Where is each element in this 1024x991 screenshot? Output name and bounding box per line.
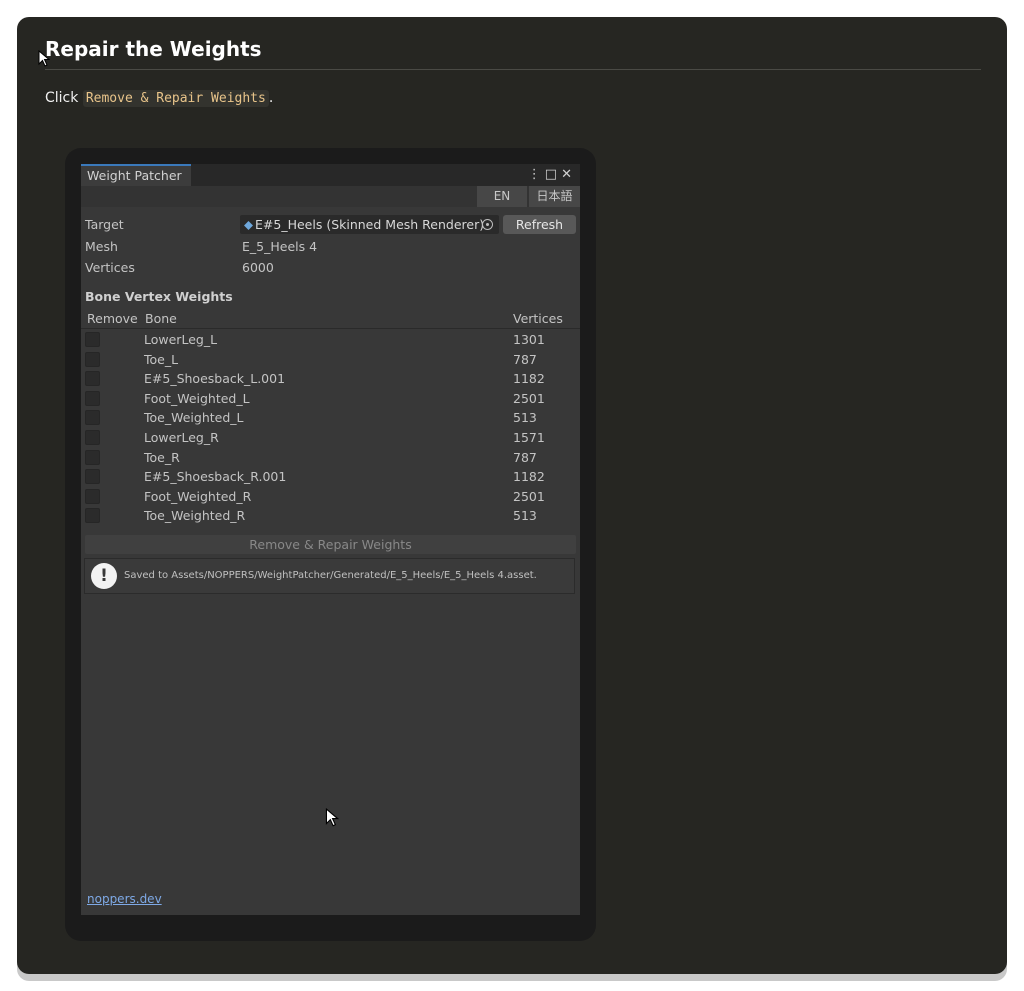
title-divider xyxy=(45,69,981,70)
tab-weight-patcher[interactable]: Weight Patcher xyxy=(81,164,191,186)
info-icon: ! xyxy=(91,563,117,589)
bone-vertex-count: 1571 xyxy=(513,429,545,445)
bone-vertex-count: 787 xyxy=(513,449,537,465)
instruction-prefix: Click xyxy=(45,90,83,106)
bone-name: E#5_Shoesback_L.001 xyxy=(144,371,286,387)
remove-checkbox[interactable] xyxy=(85,449,100,465)
remove-checkbox[interactable] xyxy=(85,410,100,426)
bone-name: Foot_Weighted_R xyxy=(144,488,252,504)
refresh-button[interactable]: Refresh xyxy=(503,215,576,234)
vertices-label: Vertices xyxy=(85,260,135,275)
lang-ja-button[interactable]: 日本語 xyxy=(529,186,580,207)
bone-name: Toe_Weighted_R xyxy=(144,508,246,524)
table-row: Toe_L 787 xyxy=(81,350,580,370)
remove-checkbox[interactable] xyxy=(85,390,100,406)
remove-checkbox[interactable] xyxy=(85,371,100,387)
language-bar: EN 日本語 xyxy=(81,186,580,207)
bone-vertex-count: 513 xyxy=(513,508,537,524)
instruction-code: Remove & Repair Weights xyxy=(82,90,269,107)
bone-vertex-count: 1301 xyxy=(513,332,545,347)
bone-name: Toe_L xyxy=(144,351,179,367)
mesh-label: Mesh xyxy=(85,239,118,254)
remove-checkbox[interactable] xyxy=(85,351,100,367)
window-controls: ⋮□✕ xyxy=(528,167,576,182)
instruction-suffix: . xyxy=(268,90,274,106)
close-icon[interactable]: ✕ xyxy=(561,167,576,182)
bone-vertex-count: 1182 xyxy=(513,469,545,485)
object-picker-icon[interactable] xyxy=(482,219,493,230)
column-remove: Remove xyxy=(87,311,138,326)
doc-card: Repair the Weights Click Remove & Repair… xyxy=(17,17,1007,974)
table-row: LowerLeg_R 1571 xyxy=(81,428,580,448)
window-tabstrip: Weight Patcher ⋮□✕ xyxy=(81,164,580,186)
bone-name: Toe_Weighted_L xyxy=(144,410,244,426)
target-object-field[interactable]: E#5_Heels (Skinned Mesh Renderer) xyxy=(240,215,499,234)
bone-vertex-count: 787 xyxy=(513,351,537,367)
bone-vertex-count: 2501 xyxy=(513,488,545,504)
vertices-value: 6000 xyxy=(242,260,274,275)
remove-repair-button[interactable]: Remove & Repair Weights xyxy=(85,535,576,554)
remove-checkbox[interactable] xyxy=(85,332,100,347)
table-header-divider xyxy=(81,328,580,329)
bone-vertex-count: 513 xyxy=(513,410,537,426)
mesh-value: E_5_Heels 4 xyxy=(242,239,318,254)
mesh-renderer-icon xyxy=(244,221,253,230)
bone-vertex-count: 2501 xyxy=(513,390,545,406)
page-title: Repair the Weights xyxy=(45,37,262,61)
remove-checkbox[interactable] xyxy=(85,508,100,524)
table-row: Toe_Weighted_R 513 xyxy=(81,506,580,526)
column-vertices: Vertices xyxy=(513,311,563,326)
remove-checkbox[interactable] xyxy=(85,429,100,445)
bone-name: E#5_Shoesback_R.001 xyxy=(144,469,287,485)
instruction-text: Click Remove & Repair Weights. xyxy=(45,90,274,107)
target-label: Target xyxy=(85,217,124,232)
remove-checkbox[interactable] xyxy=(85,469,100,485)
lang-en-button[interactable]: EN xyxy=(477,186,527,207)
table-row: Toe_R 787 xyxy=(81,448,580,468)
weight-patcher-window: Weight Patcher ⋮□✕ EN 日本語 Target E#5_Hee… xyxy=(81,164,580,915)
table-row: E#5_Shoesback_R.001 1182 xyxy=(81,467,580,487)
noppers-link[interactable]: noppers.dev xyxy=(87,892,162,906)
table-row: Foot_Weighted_R 2501 xyxy=(81,487,580,507)
table-row: Toe_Weighted_L 513 xyxy=(81,408,580,428)
bone-name: LowerLeg_L xyxy=(144,332,218,347)
bone-vertex-count: 1182 xyxy=(513,371,545,387)
section-title: Bone Vertex Weights xyxy=(85,289,233,304)
help-message: Saved to Assets/NOPPERS/WeightPatcher/Ge… xyxy=(124,570,537,581)
table-row: LowerLeg_L 1301 xyxy=(81,330,580,350)
table-row: Foot_Weighted_L 2501 xyxy=(81,389,580,409)
table-row: E#5_Shoesback_L.001 1182 xyxy=(81,369,580,389)
bone-name: LowerLeg_R xyxy=(144,429,219,445)
help-box: ! Saved to Assets/NOPPERS/WeightPatcher/… xyxy=(84,558,575,594)
maximize-icon[interactable]: □ xyxy=(545,167,561,182)
bone-name: Foot_Weighted_L xyxy=(144,390,250,406)
bone-table: LowerLeg_L 1301 Toe_L 787 E#5_Shoesback_… xyxy=(81,330,580,526)
menu-dots-icon[interactable]: ⋮ xyxy=(528,167,545,182)
bone-name: Toe_R xyxy=(144,449,180,465)
target-value: E#5_Heels (Skinned Mesh Renderer) xyxy=(255,217,485,232)
remove-checkbox[interactable] xyxy=(85,488,100,504)
column-bone: Bone xyxy=(145,311,177,326)
